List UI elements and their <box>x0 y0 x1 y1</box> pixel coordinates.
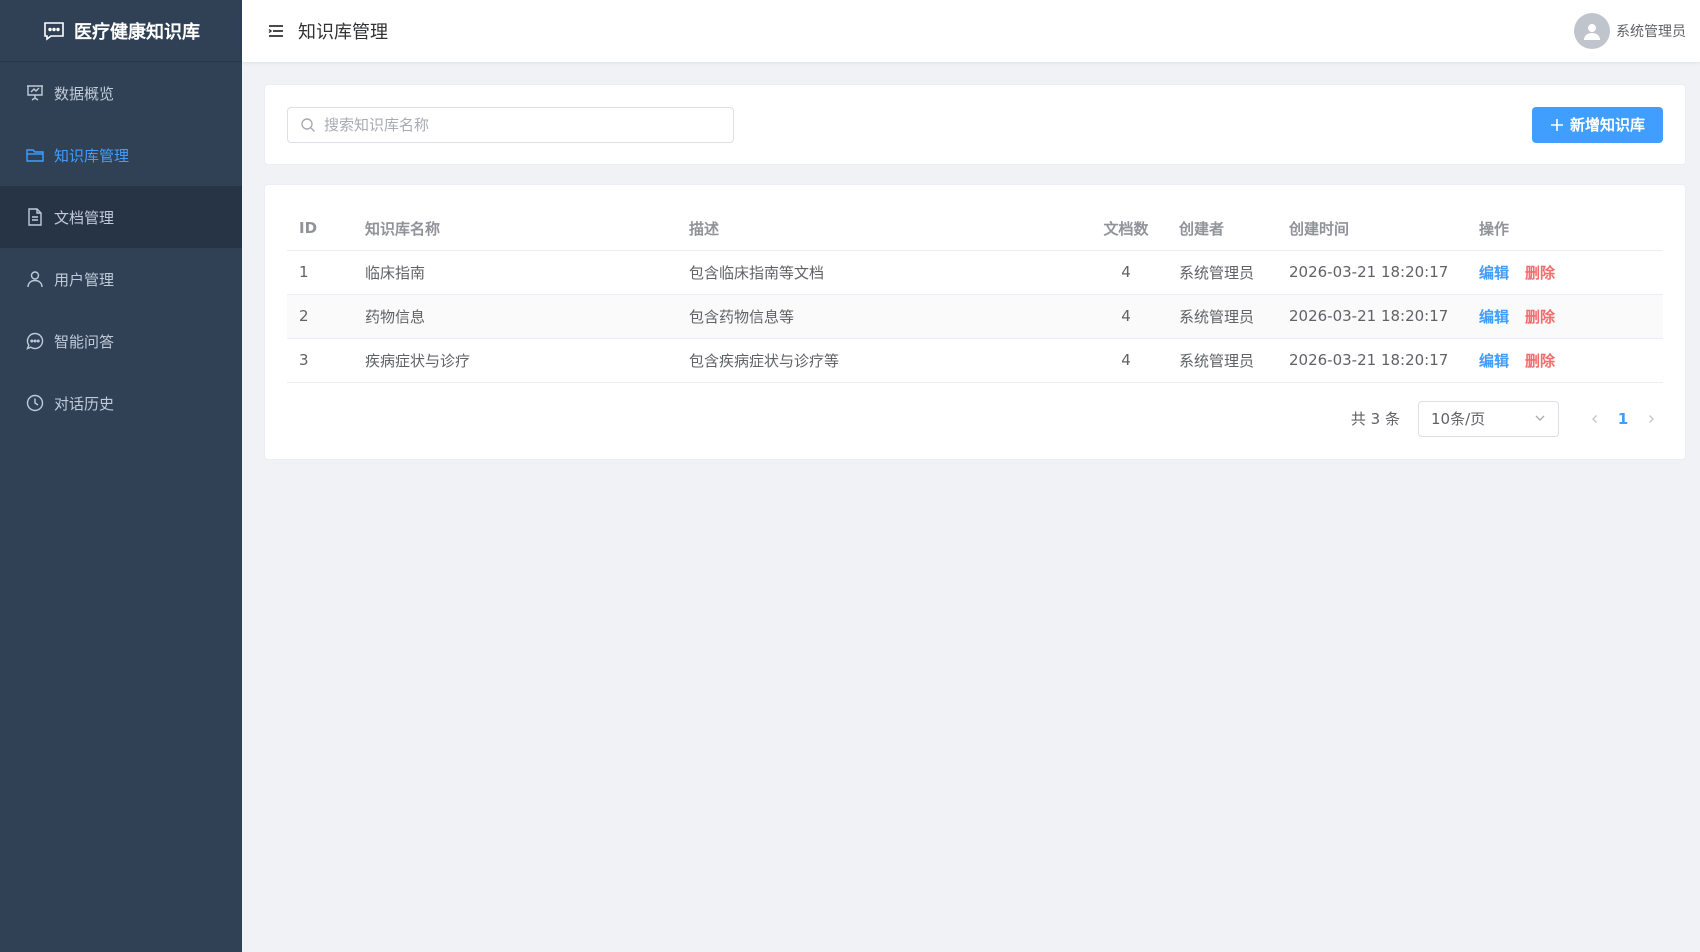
page-title: 知识库管理 <box>298 22 388 43</box>
column-header: 文档数 <box>1085 207 1167 251</box>
page-number-current[interactable]: 1 <box>1607 410 1639 428</box>
cell-id: 1 <box>287 250 353 295</box>
chevron-down-icon <box>1534 410 1546 428</box>
sidebar-item-documents[interactable]: 文档管理 <box>0 186 242 248</box>
column-header: 创建时间 <box>1277 207 1467 251</box>
add-knowledge-base-button[interactable]: 新增知识库 <box>1531 106 1663 143</box>
sidebar-item-users[interactable]: 用户管理 <box>0 248 242 310</box>
cell-id: 3 <box>287 338 353 383</box>
cell-creator: 系统管理员 <box>1167 294 1277 339</box>
cell-actions: 编辑 删除 <box>1467 338 1663 383</box>
cell-creator: 系统管理员 <box>1167 338 1277 383</box>
cell-created-at: 2026-03-21 18:20:17 <box>1277 294 1467 339</box>
edit-button[interactable]: 编辑 <box>1479 352 1509 370</box>
delete-button[interactable]: 删除 <box>1525 264 1555 282</box>
user-name: 系统管理员 <box>1616 24 1686 40</box>
cell-description: 包含疾病症状与诊疗等 <box>677 338 1085 383</box>
sidebar-item-label: 数据概览 <box>54 84 115 103</box>
table-row: 2 药物信息 包含药物信息等 4 系统管理员 2026-03-21 18:20:… <box>287 294 1663 339</box>
edit-button[interactable]: 编辑 <box>1479 264 1509 282</box>
page-size-select[interactable]: 10条/页 <box>1418 400 1559 437</box>
next-page-button[interactable] <box>1639 407 1663 431</box>
sidebar-item-qa[interactable]: 智能问答 <box>0 310 242 372</box>
table-row: 3 疾病症状与诊疗 包含疾病症状与诊疗等 4 系统管理员 2026-03-21 … <box>287 338 1663 383</box>
delete-button[interactable]: 删除 <box>1525 308 1555 326</box>
sidebar-item-history[interactable]: 对话历史 <box>0 372 242 434</box>
plus-icon <box>1550 118 1564 132</box>
avatar <box>1574 13 1610 49</box>
knowledge-base-table: ID 知识库名称 描述 文档数 创建者 创建时间 操作 1 临床指南 包含临床指… <box>287 207 1663 383</box>
prev-page-button[interactable] <box>1583 407 1607 431</box>
table-header-row: ID 知识库名称 描述 文档数 创建者 创建时间 操作 <box>287 207 1663 251</box>
cell-creator: 系统管理员 <box>1167 250 1277 295</box>
column-header: 描述 <box>677 207 1085 251</box>
cell-description: 包含药物信息等 <box>677 294 1085 339</box>
folder-icon <box>25 145 45 165</box>
column-header: 创建者 <box>1167 207 1277 251</box>
cell-id: 2 <box>287 294 353 339</box>
search-input[interactable] <box>324 115 733 134</box>
user-icon <box>25 269 45 289</box>
cell-name: 疾病症状与诊疗 <box>353 338 677 383</box>
sidebar-item-overview[interactable]: 数据概览 <box>0 62 242 124</box>
cell-name: 临床指南 <box>353 250 677 295</box>
user-menu[interactable]: 系统管理员 <box>1574 13 1686 49</box>
cell-actions: 编辑 删除 <box>1467 294 1663 339</box>
column-header: ID <box>287 207 353 251</box>
top-header: 知识库管理 系统管理员 <box>242 0 1700 62</box>
menu-toggle-icon[interactable] <box>266 21 286 41</box>
cell-doc-count: 4 <box>1085 338 1167 383</box>
chat-bubble-icon <box>42 19 66 43</box>
cell-actions: 编辑 删除 <box>1467 250 1663 295</box>
search-box <box>287 106 734 143</box>
document-icon <box>25 207 45 227</box>
content: 新增知识库 ID 知识库名称 描述 文档数 创建者 <box>242 62 1700 460</box>
presentation-icon <box>25 83 45 103</box>
sidebar-item-label: 对话历史 <box>54 394 115 413</box>
main-area: 知识库管理 系统管理员 搜索知识库名称 新增知识库 ID 知识库名称 描述 文档… <box>242 0 1700 952</box>
column-header: 操作 <box>1467 207 1663 251</box>
table-card: ID 知识库名称 描述 文档数 创建者 创建时间 操作 1 临床指南 包含临床指… <box>264 184 1686 460</box>
delete-button[interactable]: 删除 <box>1525 352 1555 370</box>
clock-icon <box>25 393 45 413</box>
cell-created-at: 2026-03-21 18:20:17 <box>1277 338 1467 383</box>
cell-created-at: 2026-03-21 18:20:17 <box>1277 250 1467 295</box>
pagination-total: 共 3 条 <box>1350 410 1400 428</box>
sidebar-item-knowledge-base[interactable]: 知识库管理 <box>0 124 242 186</box>
sidebar: 医疗健康知识库 数据概览 知识库管理 文档管理 用户管理 智能问答 对话历史 <box>0 0 242 952</box>
edit-button[interactable]: 编辑 <box>1479 308 1509 326</box>
page-size-value: 10条/页 <box>1431 410 1486 428</box>
add-button-label: 新增知识库 <box>1569 116 1645 134</box>
column-header: 知识库名称 <box>353 207 677 251</box>
cell-description: 包含临床指南等文档 <box>677 250 1085 295</box>
search-card: 新增知识库 <box>264 84 1686 165</box>
chat-icon <box>25 331 45 351</box>
sidebar-item-label: 智能问答 <box>54 332 115 351</box>
sidebar-item-label: 知识库管理 <box>54 146 130 165</box>
brand-title: 医疗健康知识库 <box>74 21 200 43</box>
sidebar-item-label: 文档管理 <box>54 208 115 227</box>
cell-name: 药物信息 <box>353 294 677 339</box>
sidebar-item-label: 用户管理 <box>54 270 115 289</box>
table-row: 1 临床指南 包含临床指南等文档 4 系统管理员 2026-03-21 18:2… <box>287 250 1663 295</box>
cell-doc-count: 4 <box>1085 294 1167 339</box>
cell-doc-count: 4 <box>1085 250 1167 295</box>
search-icon <box>300 117 316 133</box>
brand: 医疗健康知识库 <box>0 0 242 62</box>
app-root: 医疗健康知识库 数据概览 知识库管理 文档管理 用户管理 智能问答 对话历史 知… <box>0 0 1700 952</box>
pagination: 共 3 条 10条/页 1 <box>287 400 1663 437</box>
